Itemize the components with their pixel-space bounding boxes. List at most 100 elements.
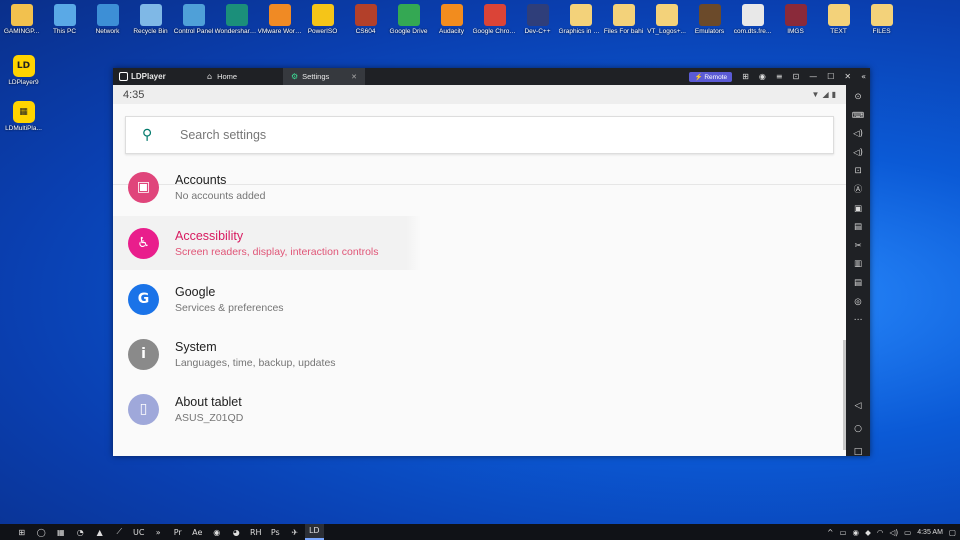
desktop-icon-label: FILES: [872, 28, 891, 35]
sidebar-tool-icon[interactable]: ▤: [854, 218, 862, 237]
desktop-icon[interactable]: Google Chrome: [473, 4, 517, 36]
desktop-icon[interactable]: IMGS: [774, 4, 817, 36]
desktop-icon[interactable]: FILES: [860, 4, 903, 36]
tab-settings[interactable]: ⚙ Settings ✕: [283, 68, 365, 85]
desktop-icon[interactable]: Audacity: [430, 4, 473, 36]
tray-wifi-icon[interactable]: ◠: [877, 528, 884, 537]
tab-home-label: Home: [217, 72, 238, 81]
desktop-icon[interactable]: CS604: [344, 4, 387, 36]
desktop-icon-label: Google Drive: [389, 28, 428, 35]
ldplayer-app-icon: LD: [12, 55, 35, 77]
desktop-icon[interactable]: VMware Workstati...: [258, 4, 302, 36]
taskbar-app-icon[interactable]: ▦: [51, 528, 71, 537]
tray-battery-icon[interactable]: ▭: [904, 528, 911, 537]
desktop-icon[interactable]: VT_Logos+...: [645, 4, 688, 36]
tab-close-icon[interactable]: ✕: [351, 73, 357, 81]
sidebar-tool-icon[interactable]: ⌨: [852, 107, 864, 126]
account-icon[interactable]: ◉: [759, 72, 766, 81]
remote-button[interactable]: ⚡ Remote: [689, 71, 733, 82]
back-icon[interactable]: ◁: [846, 401, 870, 411]
clock[interactable]: 4:35 AM: [917, 529, 943, 536]
taskbar-app-icon[interactable]: RH: [246, 528, 266, 537]
desktop-icon[interactable]: com.dts.fre...: [731, 4, 774, 36]
minimize-icon[interactable]: —: [809, 72, 817, 81]
taskbar-app-icon[interactable]: Ps: [266, 528, 286, 537]
collapse-sidebar-icon[interactable]: «: [861, 72, 866, 81]
desktop-icon[interactable]: GAMINGP...: [0, 4, 43, 36]
desktop-icon-label: TEXT: [830, 28, 847, 35]
settings-item-subtitle: ASUS_Z01QD: [175, 411, 244, 424]
sidebar-tool-icon[interactable]: ▤: [854, 274, 862, 293]
sidebar-tool-icon[interactable]: ⊡: [854, 162, 861, 181]
maximize-icon[interactable]: ☐: [827, 72, 834, 81]
settings-item-text: Accounts No accounts added: [175, 173, 265, 202]
desktop-icon[interactable]: Emulators: [688, 4, 731, 36]
taskbar-app-icon[interactable]: ✈: [285, 528, 305, 537]
notification-icon[interactable]: ▢: [949, 528, 956, 537]
taskbar-app-icon[interactable]: ◯: [32, 528, 52, 537]
desktop-icon-label: Network: [95, 28, 120, 35]
menu-icon[interactable]: ≡: [776, 72, 783, 81]
tray-chevron-icon[interactable]: ^: [827, 528, 833, 537]
close-icon[interactable]: ✕: [844, 72, 851, 81]
desktop-icon[interactable]: Dev-C++: [516, 4, 559, 36]
sidebar-tool-icon[interactable]: ◁): [853, 144, 863, 163]
desktop-icon[interactable]: This PC: [43, 4, 86, 36]
taskbar-app-icon[interactable]: ◕: [227, 528, 247, 537]
settings-item-google[interactable]: G Google Services & preferences: [113, 272, 846, 326]
desktop-icon[interactable]: Files For bahi: [602, 4, 645, 36]
sidebar-tool-icon[interactable]: ▣: [854, 200, 862, 219]
desktop-icon[interactable]: PowerISO: [301, 4, 344, 36]
taskbar-app-icon[interactable]: ▲: [90, 528, 110, 537]
desktop-icon[interactable]: Graphics in Dev C++: [559, 4, 603, 36]
sidebar-tool-icon[interactable]: ▥: [854, 255, 862, 274]
taskbar-app-icon[interactable]: UC: [129, 528, 149, 537]
desktop-icon[interactable]: Network: [86, 4, 129, 36]
desktop-icon-label: Files For bahi: [603, 28, 644, 35]
settings-item-system[interactable]: i System Languages, time, backup, updates: [113, 327, 846, 381]
desktop-icon[interactable]: ▦ LDMultiPla...: [2, 100, 45, 133]
taskbar-app-icon[interactable]: LD: [304, 524, 324, 540]
desktop-icon[interactable]: Google Drive: [387, 4, 430, 36]
taskbar-app-icon[interactable]: ⟋: [110, 527, 130, 537]
gamepad-icon[interactable]: ⊞: [742, 72, 749, 81]
tray-volume-icon[interactable]: ◁): [889, 528, 898, 537]
network-icon: [96, 4, 119, 26]
tray-app-icon[interactable]: ◉: [853, 528, 860, 537]
sidebar-tool-icon[interactable]: Ⓐ: [854, 181, 863, 200]
taskbar-app-icon[interactable]: ◔: [71, 528, 91, 537]
taskbar-app-icon[interactable]: Pr: [168, 528, 188, 537]
sidebar-tool-icon[interactable]: ✂: [854, 237, 861, 256]
home-icon: ⌂: [207, 72, 213, 81]
home-nav-icon[interactable]: ○: [846, 424, 870, 434]
desktop-icon[interactable]: TEXT: [817, 4, 860, 36]
taskbar-app-icon[interactable]: ⊞: [12, 528, 32, 537]
taskbar-app-icon[interactable]: ◉: [207, 528, 227, 537]
search-settings-input[interactable]: ⚲ Search settings: [125, 116, 834, 154]
settings-item-accounts[interactable]: ▣ Accounts No accounts added: [113, 160, 846, 214]
tray-nvidia-icon[interactable]: ◆: [865, 528, 871, 537]
desktop-icon[interactable]: Control Panel: [172, 4, 215, 36]
remote-label: Remote: [704, 73, 728, 81]
desktop-icon[interactable]: Recycle Bin: [129, 4, 172, 36]
tray-monitor-icon[interactable]: ▭: [839, 528, 846, 537]
ldplayer-brand[interactable]: LDPlayer: [113, 72, 199, 81]
desktop-icon-label: Audacity: [439, 28, 464, 35]
sidebar-tool-icon[interactable]: ⊙: [854, 88, 861, 107]
screen-icon[interactable]: ⊡: [793, 72, 800, 81]
tab-home[interactable]: ⌂ Home: [199, 68, 283, 85]
sidebar-tool-icon[interactable]: ◎: [854, 293, 861, 312]
sidebar-tool-icon[interactable]: ⋯: [854, 311, 863, 330]
sidebar-tool-icon[interactable]: ◁): [853, 125, 863, 144]
desktop-icon[interactable]: Wondershare Filmora X: [215, 4, 259, 36]
desktop-icon-label: CS604: [355, 28, 376, 35]
tab-settings-label: Settings: [302, 72, 330, 81]
taskbar-app-icon[interactable]: »: [149, 528, 169, 537]
settings-item-accessibility[interactable]: ♿ Accessibility Screen readers, display, i…: [113, 216, 846, 270]
taskbar-app-icon[interactable]: Ae: [188, 528, 208, 537]
desktop-icon-label: Emulators: [694, 28, 725, 35]
settings-item-about-tablet[interactable]: ▯ About tablet ASUS_Z01QD: [113, 382, 846, 436]
desktop-icon[interactable]: LD LDPlayer9: [2, 55, 45, 87]
pc-icon: [53, 4, 76, 26]
recents-icon[interactable]: □: [846, 447, 870, 457]
